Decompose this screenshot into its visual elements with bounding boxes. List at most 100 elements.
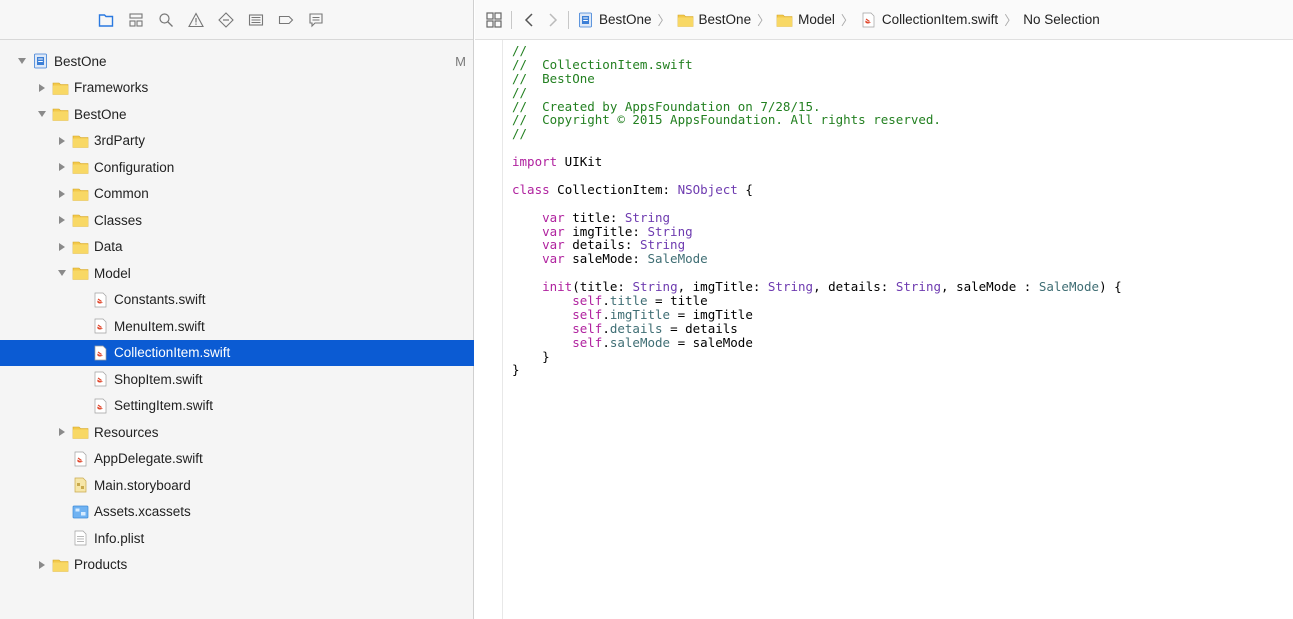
tree-item-label: BestOne — [74, 106, 127, 122]
forward-arrow-icon[interactable] — [544, 11, 562, 29]
breadcrumb-chevron-icon: 〉 — [657, 13, 671, 28]
breadcrumb-chevron-icon: 〉 — [757, 13, 771, 28]
tree-row[interactable]: Assets.xcassets — [0, 499, 474, 526]
code-line: // — [512, 127, 1122, 141]
project-navigator-icon[interactable] — [96, 10, 116, 30]
code-token: String — [639, 237, 686, 253]
disclosure-open-icon[interactable] — [16, 55, 28, 67]
disclosure-closed-icon[interactable] — [56, 161, 68, 173]
code-token: { — [737, 181, 753, 197]
code-token: // Created by AppsFoundation on 7/28/15. — [512, 98, 821, 114]
issue-navigator-icon[interactable] — [186, 10, 206, 30]
tree-row[interactable]: Info.plist — [0, 525, 474, 552]
tree-row[interactable]: Classes — [0, 207, 474, 234]
code-line: import UIKit — [512, 155, 1122, 169]
code-line: self.imgTitle = imgTitle — [512, 306, 1122, 322]
breadcrumb-item[interactable]: Model — [776, 12, 835, 28]
breadcrumb-item[interactable]: CollectionItem.swift — [860, 12, 998, 28]
code-line: init(title: String, imgTitle: String, de… — [512, 280, 1122, 294]
back-arrow-icon[interactable] — [520, 11, 538, 29]
code-token: , imgTitle: — [677, 279, 768, 295]
editor-gutter — [475, 40, 503, 619]
navigator-toolbar — [0, 0, 473, 40]
breadcrumb-label: BestOne — [698, 12, 752, 27]
disclosure-closed-icon[interactable] — [36, 559, 48, 571]
breadcrumb-item[interactable]: BestOne — [677, 12, 752, 28]
code-token: . — [602, 334, 610, 350]
tree-row[interactable]: SettingItem.swift — [0, 393, 474, 420]
disclosure-closed-icon[interactable] — [36, 82, 48, 94]
breakpoint-navigator-icon[interactable] — [276, 10, 296, 30]
folder-icon — [52, 557, 69, 573]
tree-row[interactable]: CollectionItem.swift — [0, 339, 474, 366]
code-token: . — [602, 306, 610, 322]
breadcrumb-item[interactable]: BestOne — [577, 12, 652, 28]
code-area[interactable]: //// CollectionItem.swift// BestOne//// … — [512, 44, 1122, 377]
code-line: // — [512, 84, 1122, 100]
code-token: String — [647, 223, 693, 239]
code-line: self.saleMode = saleMode — [512, 334, 1122, 350]
folder-icon — [776, 12, 793, 28]
tree-row[interactable]: Main.storyboard — [0, 472, 474, 499]
code-token: self — [572, 320, 603, 336]
tree-item-label: Common — [94, 186, 149, 202]
breadcrumb-chevron-icon: 〉 — [1004, 13, 1018, 28]
code-token: // BestOne — [512, 70, 595, 86]
tree-row[interactable]: Model — [0, 260, 474, 287]
disclosure-open-icon[interactable] — [56, 267, 68, 279]
code-token: . — [602, 293, 610, 309]
report-navigator-icon[interactable] — [306, 10, 326, 30]
tree-item-label: MenuItem.swift — [114, 318, 205, 334]
source-editor: BestOne 〉 BestOne 〉 Model 〉 CollectionItem.swi… — [475, 0, 1293, 619]
code-token: UIKit — [557, 154, 603, 170]
project-navigator: BestOne M Frameworks BestOne 3rdParty Configu… — [0, 0, 474, 619]
tree-row[interactable]: ShopItem.swift — [0, 366, 474, 393]
related-items-icon[interactable] — [485, 11, 503, 29]
tree-row[interactable]: Resources — [0, 419, 474, 446]
tree-row[interactable]: BestOne M — [0, 48, 474, 75]
tree-row[interactable]: Common — [0, 181, 474, 208]
code-token: self — [572, 293, 603, 309]
code-token: = details — [662, 320, 738, 336]
disclosure-closed-icon[interactable] — [56, 241, 68, 253]
debug-navigator-icon[interactable] — [246, 10, 266, 30]
swift-file-icon — [92, 292, 109, 308]
disclosure-closed-icon[interactable] — [56, 188, 68, 200]
code-line: var saleMode: SaleMode — [512, 252, 1122, 266]
code-token: // — [512, 84, 528, 100]
tree-row[interactable]: MenuItem.swift — [0, 313, 474, 340]
disclosure-closed-icon[interactable] — [56, 426, 68, 438]
code-token: class — [512, 181, 550, 197]
symbol-navigator-icon[interactable] — [126, 10, 146, 30]
disclosure-open-icon[interactable] — [36, 108, 48, 120]
test-navigator-icon[interactable] — [216, 10, 236, 30]
breadcrumb-item[interactable]: No Selection — [1023, 12, 1100, 27]
find-navigator-icon[interactable] — [156, 10, 176, 30]
code-line: var details: String — [512, 238, 1122, 252]
code-token: , saleMode : — [941, 279, 1039, 295]
code-token: String — [632, 279, 678, 295]
code-token: = saleMode — [670, 334, 753, 350]
tree-row[interactable]: Configuration — [0, 154, 474, 181]
tree-row[interactable]: Products — [0, 552, 474, 579]
disclosure-closed-icon[interactable] — [56, 135, 68, 147]
tree-item-label: Data — [94, 239, 123, 255]
tree-row[interactable]: Constants.swift — [0, 287, 474, 314]
tree-item-label: Frameworks — [74, 80, 149, 96]
tree-row[interactable]: BestOne — [0, 101, 474, 128]
tree-row[interactable]: AppDelegate.swift — [0, 446, 474, 473]
tree-item-label: Resources — [94, 424, 159, 440]
code-token: details — [609, 320, 663, 336]
project-icon — [577, 12, 594, 28]
tree-row[interactable]: Frameworks — [0, 75, 474, 102]
disclosure-closed-icon[interactable] — [56, 214, 68, 226]
tree-row[interactable]: 3rdParty — [0, 128, 474, 155]
breadcrumb-label: CollectionItem.swift — [881, 12, 999, 27]
folder-icon — [72, 424, 89, 440]
tree-row[interactable]: Data — [0, 234, 474, 261]
